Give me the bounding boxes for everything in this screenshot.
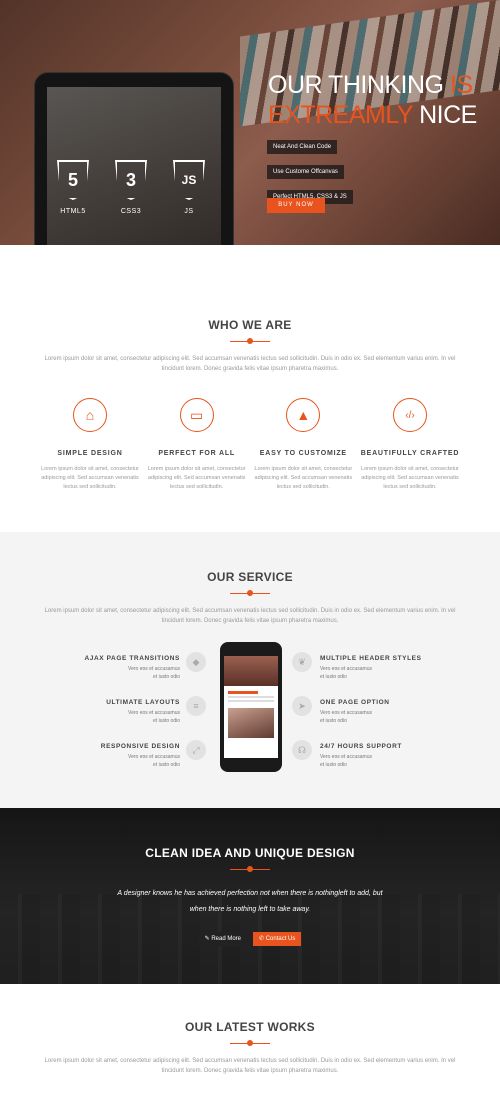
title-divider — [230, 866, 270, 872]
send-icon: ➤ — [292, 696, 312, 716]
feature-title: PERFECT FOR ALL — [158, 450, 235, 457]
service-text: Vero eos et accusamus et iusto odio — [128, 666, 180, 680]
code-icon: ‹/› — [392, 398, 427, 432]
feature-title: SIMPLE DESIGN — [57, 450, 123, 457]
quote-title: CLEAN IDEA AND UNIQUE DESIGN — [145, 846, 355, 860]
leaf-icon: ❦ — [292, 652, 312, 672]
service-item: ULTIMATE LAYOUTS Vero eos et accusamus e… — [70, 699, 180, 743]
html5-icon: 5 — [57, 160, 89, 200]
service-text: Vero eos et accusamus et iusto odio — [128, 710, 180, 724]
css3-badge: 3 CSS3 — [113, 160, 149, 215]
service-title: ONE PAGE OPTION — [320, 699, 390, 706]
service-item: MULTIPLE HEADER STYLES Vero eos et accus… — [320, 655, 430, 699]
section-lead: Lorem ipsum dolor sit amet, consectetur … — [44, 608, 456, 624]
laptop-icon: ▭ — [179, 398, 214, 432]
feature-text: Lorem ipsum dolor sit amet, consectetur … — [147, 466, 246, 490]
hero-title: OUR THINKING IS EXTREAMLY NICE — [268, 71, 477, 129]
css3-icon: 3 — [115, 160, 147, 200]
section-lead: Lorem ipsum dolor sit amet, consectetur … — [44, 1058, 456, 1074]
service-text: Vero eos et accusamus et iusto odio — [128, 754, 180, 768]
service-title: ULTIMATE LAYOUTS — [106, 699, 180, 706]
tech-badges: 5 HTML5 3 CSS3 JS JS — [55, 160, 207, 215]
js-icon: JS — [173, 160, 205, 200]
service-title: 24/7 HOURS SUPPORT — [320, 743, 402, 750]
our-service-section: OUR SERVICE Lorem ipsum dolor sit amet, … — [0, 532, 500, 808]
resize-icon: ⤢ — [186, 740, 206, 760]
service-item: RESPONSIVE DESIGN Vero eos et accusamus … — [70, 743, 180, 787]
title-divider — [230, 338, 270, 344]
service-title: RESPONSIVE DESIGN — [100, 743, 180, 750]
feature-tag: Neat And Clean Code — [267, 140, 338, 154]
service-text: Vero eos et accusamus et iusto odio — [320, 710, 372, 724]
feature-card: ▲ EASY TO CUSTOMIZE Lorem ipsum dolor si… — [253, 398, 353, 492]
html5-badge: 5 HTML5 — [55, 160, 91, 215]
section-title: OUR SERVICE — [207, 570, 293, 584]
feature-title: BEAUTIFULLY CRAFTED — [360, 450, 460, 457]
js-label: JS — [184, 208, 194, 215]
title-divider — [230, 1040, 270, 1046]
service-item: 24/7 HOURS SUPPORT Vero eos et accusamus… — [320, 743, 430, 787]
android-icon: ⌂ — [73, 398, 107, 432]
quote-band: CLEAN IDEA AND UNIQUE DESIGN A designer … — [0, 808, 500, 984]
service-text: Vero eos et accusamus et iusto odio — [320, 754, 372, 768]
tablet-image — [34, 72, 234, 245]
latest-works-section: OUR LATEST WORKS Lorem ipsum dolor sit a… — [0, 1020, 500, 1076]
service-title: AJAX PAGE TRANSITIONS — [84, 655, 180, 662]
feature-title: EASY TO CUSTOMIZE — [259, 450, 347, 457]
js-badge: JS JS — [171, 160, 207, 215]
hero-section: 5 HTML5 3 CSS3 JS JS OUR THINKING IS EXT… — [0, 0, 500, 245]
feature-tag: Use Custome Offcanvas — [267, 165, 344, 179]
html5-label: HTML5 — [60, 208, 86, 215]
rocket-icon: ▲ — [286, 398, 321, 432]
feature-card: ‹/› BEAUTIFULLY CRAFTED Lorem ipsum dolo… — [360, 398, 460, 492]
service-text: Vero eos et accusamus et iusto odio — [320, 666, 372, 680]
css3-label: CSS3 — [120, 208, 142, 215]
database-icon: ≡ — [186, 696, 206, 716]
buy-now-button[interactable]: BUY NOW — [267, 198, 325, 213]
section-title: WHO WE ARE — [208, 318, 292, 332]
read-more-button[interactable]: ✎ Read More — [198, 932, 247, 946]
title-divider — [230, 590, 270, 596]
contact-us-button[interactable]: ✆ Contact Us — [253, 932, 302, 946]
phone-mockup — [220, 642, 282, 772]
feature-card: ▭ PERFECT FOR ALL Lorem ipsum dolor sit … — [147, 398, 247, 492]
service-item: ONE PAGE OPTION Vero eos et accusamus et… — [320, 699, 430, 743]
service-title: MULTIPLE HEADER STYLES — [320, 655, 422, 662]
who-we-are-section: WHO WE ARE Lorem ipsum dolor sit amet, c… — [0, 318, 500, 490]
section-title: OUR LATEST WORKS — [185, 1020, 315, 1034]
quote-text: A designer knows he has achieved perfect… — [117, 890, 383, 913]
section-lead: Lorem ipsum dolor sit amet, consectetur … — [44, 356, 456, 372]
headset-icon: ☊ — [292, 740, 312, 760]
feature-card: ⌂ SIMPLE DESIGN Lorem ipsum dolor sit am… — [40, 398, 140, 492]
drop-icon: ◆ — [186, 652, 206, 672]
feature-text: Lorem ipsum dolor sit amet, consectetur … — [41, 466, 139, 490]
service-item: AJAX PAGE TRANSITIONS Vero eos et accusa… — [70, 655, 180, 699]
feature-text: Lorem ipsum dolor sit amet, consectetur … — [254, 466, 353, 490]
feature-text: Lorem ipsum dolor sit amet, consectetur … — [361, 466, 459, 490]
